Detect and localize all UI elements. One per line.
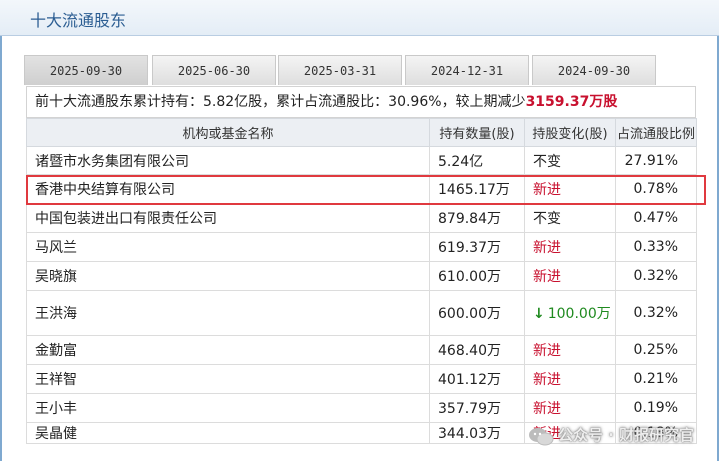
- holder-change: 不变: [524, 203, 616, 233]
- col-header-pct: 占流通股比例: [615, 118, 697, 147]
- holder-shares: 610.00万: [429, 261, 525, 291]
- holder-name[interactable]: 马风兰: [26, 232, 430, 262]
- col-header-change: 持股变化(股): [524, 118, 616, 147]
- holder-pct: 0.32%: [615, 261, 697, 291]
- holder-change-value: 新进: [533, 426, 561, 442]
- holder-shares: 357.79万: [429, 393, 525, 423]
- top-holders-table: 机构或基金名称 持有数量(股) 持股变化(股) 占流通股比例 诸暨市水务集团有限…: [26, 118, 697, 444]
- holder-shares: 344.03万: [429, 422, 525, 444]
- holder-change: 新进: [524, 335, 616, 365]
- holder-shares: 401.12万: [429, 364, 525, 394]
- holder-name[interactable]: 王洪海: [26, 290, 430, 336]
- tab-2024-09-30[interactable]: 2024-09-30: [532, 55, 656, 85]
- holder-change-value: 100.00万: [547, 306, 611, 322]
- holder-shares: 468.40万: [429, 335, 525, 365]
- table-row[interactable]: 吴晶健 344.03万 新进 0.18%: [26, 422, 697, 444]
- table-row[interactable]: 王洪海 600.00万 ↓ 100.00万 0.32%: [26, 290, 697, 336]
- holder-change-value: 新进: [533, 343, 561, 359]
- table-row[interactable]: 王祥智 401.12万 新进 0.21%: [26, 364, 697, 394]
- table-row[interactable]: 吴晓旗 610.00万 新进 0.32%: [26, 261, 697, 291]
- holder-change-value: 新进: [533, 182, 561, 198]
- arrow-down-icon: ↓: [533, 306, 545, 322]
- holder-name[interactable]: 王祥智: [26, 364, 430, 394]
- holder-change-value: 新进: [533, 240, 561, 256]
- holder-shares: 619.37万: [429, 232, 525, 262]
- holding-summary: 前十大流通股东累计持有：5.82亿股，累计占流通股比：30.96%，较上期减少3…: [26, 86, 696, 118]
- holder-change-value: 新进: [533, 401, 561, 417]
- holder-shares: 879.84万: [429, 203, 525, 233]
- holder-change: 新进: [524, 174, 616, 204]
- holder-pct: 0.32%: [615, 290, 697, 336]
- holder-name[interactable]: 诸暨市水务集团有限公司: [26, 146, 430, 175]
- holder-name[interactable]: 中国包装进出口有限责任公司: [26, 203, 430, 233]
- holder-name[interactable]: 香港中央结算有限公司: [26, 174, 430, 204]
- holder-change-value: 不变: [533, 153, 561, 170]
- holder-pct: 0.19%: [615, 393, 697, 423]
- holder-change-value: 新进: [533, 269, 561, 285]
- holder-shares: 1465.17万: [429, 174, 525, 204]
- col-header-shares: 持有数量(股): [429, 118, 525, 147]
- table-row[interactable]: 王小丰 357.79万 新进 0.19%: [26, 393, 697, 423]
- holder-pct: 0.33%: [615, 232, 697, 262]
- summary-prefix: 前十大流通股东累计持有：: [35, 94, 203, 110]
- table-row[interactable]: 中国包装进出口有限责任公司 879.84万 不变 0.47%: [26, 203, 697, 233]
- holder-shares: 600.00万: [429, 290, 525, 336]
- table-row[interactable]: 金勤富 468.40万 新进 0.25%: [26, 335, 697, 365]
- summary-total-shares: 5.82亿股: [203, 94, 263, 110]
- section-header: 十大流通股东: [0, 0, 719, 36]
- summary-suffix: ，较上期减少: [441, 94, 526, 110]
- holder-change: 新进: [524, 364, 616, 394]
- holder-name[interactable]: 吴晶健: [26, 422, 430, 444]
- holder-name[interactable]: 吴晓旗: [26, 261, 430, 291]
- holder-name[interactable]: 金勤富: [26, 335, 430, 365]
- summary-mid: ，累计占流通股比：: [262, 94, 389, 110]
- tab-2025-06-30[interactable]: 2025-06-30: [152, 55, 276, 85]
- holder-pct: 0.78%: [615, 174, 697, 204]
- summary-ratio: 30.96%: [388, 94, 442, 110]
- tab-2025-09-30[interactable]: 2025-09-30: [24, 55, 148, 85]
- summary-change: 3159.37万股: [525, 94, 618, 110]
- holder-change-value: 不变: [533, 211, 561, 227]
- holder-pct: 0.18%: [615, 422, 697, 444]
- holder-pct: 27.91%: [615, 146, 697, 175]
- table-row[interactable]: 马风兰 619.37万 新进 0.33%: [26, 232, 697, 262]
- holder-pct: 0.21%: [615, 364, 697, 394]
- table-row[interactable]: 香港中央结算有限公司 1465.17万 新进 0.78%: [26, 174, 697, 204]
- holder-change: 新进: [524, 232, 616, 262]
- table-row[interactable]: 诸暨市水务集团有限公司 5.24亿 不变 27.91%: [26, 146, 697, 175]
- holder-name[interactable]: 王小丰: [26, 393, 430, 423]
- holder-change: ↓ 100.00万: [524, 290, 616, 336]
- holder-pct: 0.25%: [615, 335, 697, 365]
- holder-change-value: 新进: [533, 372, 561, 388]
- holder-change: 不变: [524, 146, 616, 175]
- holder-pct: 0.47%: [615, 203, 697, 233]
- holder-change: 新进: [524, 422, 616, 444]
- tab-2025-03-31[interactable]: 2025-03-31: [278, 55, 402, 85]
- page-title: 十大流通股东: [30, 11, 127, 30]
- holder-change: 新进: [524, 261, 616, 291]
- holder-change: 新进: [524, 393, 616, 423]
- col-header-name: 机构或基金名称: [26, 118, 430, 147]
- table-header-row: 机构或基金名称 持有数量(股) 持股变化(股) 占流通股比例: [26, 118, 697, 147]
- holder-shares: 5.24亿: [429, 146, 525, 175]
- tab-2024-12-31[interactable]: 2024-12-31: [405, 55, 529, 85]
